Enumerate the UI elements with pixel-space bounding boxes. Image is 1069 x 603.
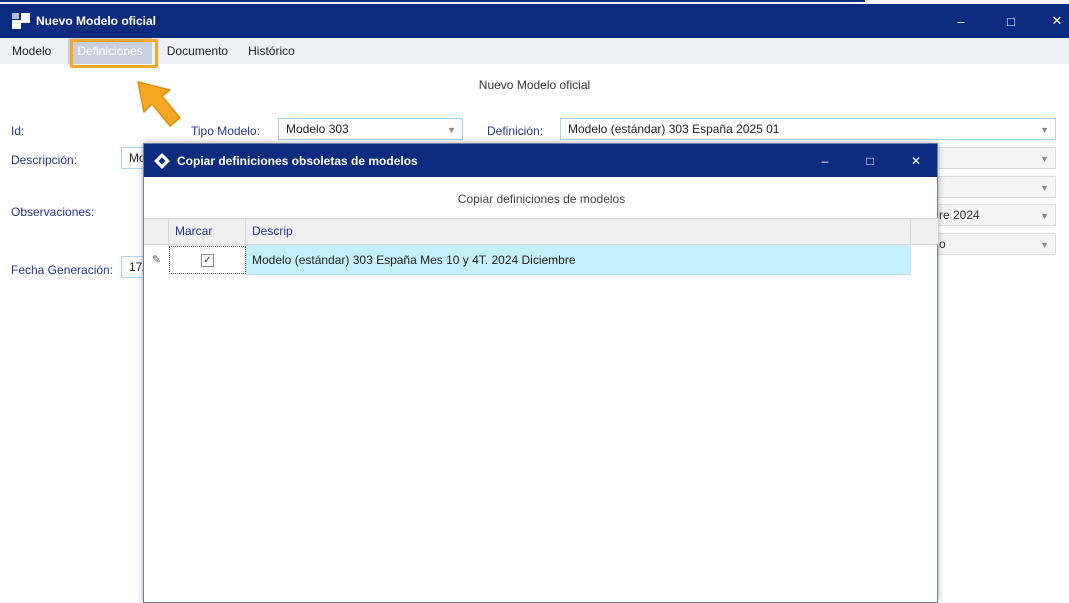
edit-pencil-icon: ✎ (151, 254, 162, 266)
definicion-label: Definición: (487, 124, 544, 138)
highlight-box (70, 39, 158, 68)
column-header-marcar[interactable]: Marcar (169, 219, 246, 244)
dialog-maximize-button[interactable]: □ (848, 144, 892, 177)
column-header-descrip[interactable]: Descrip (246, 219, 911, 244)
close-icon: ✕ (910, 153, 922, 168)
definicion-select[interactable]: Modelo (estándar) 303 España 2025 01 ▼ (560, 118, 1056, 140)
chevron-down-icon: ▼ (1040, 154, 1049, 164)
minimize-icon: – (821, 153, 829, 168)
chevron-down-icon: ▼ (1040, 183, 1049, 193)
tipo-modelo-select[interactable]: Modelo 303 ▼ (278, 118, 463, 140)
right-select-4-value: o (939, 237, 946, 251)
right-select-3-value: re 2024 (939, 208, 980, 222)
maximize-icon: □ (866, 153, 874, 168)
close-button[interactable]: ✕ (1034, 4, 1069, 38)
app-diamond-icon (154, 152, 170, 169)
descrip-cell[interactable]: Modelo (estándar) 303 España Mes 10 y 4T… (246, 245, 911, 275)
row-checkbox[interactable]: ✓ (201, 253, 214, 267)
chevron-down-icon: ▼ (1040, 240, 1049, 250)
chevron-down-icon: ▼ (1040, 211, 1049, 221)
definitions-grid: Marcar Descrip ✎ ✓ Modelo (estándar) 303… (144, 218, 938, 275)
descripcion-label: Descripción: (11, 153, 78, 167)
menu-modelo[interactable]: Modelo (3, 38, 60, 64)
close-icon: ✕ (1051, 13, 1063, 28)
window-title: Nuevo Modelo oficial (36, 14, 157, 28)
id-label: Id: (11, 124, 25, 138)
app-icon (12, 13, 30, 29)
grid-header: Marcar Descrip (144, 218, 938, 245)
minimize-icon: – (957, 13, 965, 29)
tipo-modelo-value: Modelo 303 (286, 122, 349, 136)
menu-documento[interactable]: Documento (158, 38, 237, 64)
grid-header-spacer (911, 219, 937, 244)
maximize-button[interactable]: □ (988, 4, 1034, 38)
dialog-subtitle: Copiar definiciones de modelos (457, 192, 626, 206)
form-title: Nuevo Modelo oficial (478, 78, 591, 92)
observaciones-label: Observaciones: (11, 205, 95, 219)
menu-bar: Modelo Definiciones Documento Histórico (0, 38, 1069, 64)
minimize-button[interactable]: – (938, 4, 984, 38)
menu-historico[interactable]: Histórico (239, 38, 304, 64)
copy-definitions-dialog: Copiar definiciones obsoletas de modelos… (143, 143, 938, 603)
table-row[interactable]: ✎ ✓ Modelo (estándar) 303 España Mes 10 … (144, 245, 938, 275)
dialog-title: Copiar definiciones obsoletas de modelos (177, 153, 418, 168)
chevron-down-icon: ▼ (447, 125, 456, 135)
maximize-icon: □ (1007, 13, 1015, 29)
marcar-cell[interactable]: ✓ (169, 246, 246, 274)
dialog-title-bar: Copiar definiciones obsoletas de modelos… (144, 144, 937, 177)
grid-corner (144, 219, 169, 244)
tipo-modelo-label: Tipo Modelo: (191, 124, 260, 138)
main-title-bar: Nuevo Modelo oficial – □ ✕ (0, 4, 1069, 38)
dialog-minimize-button[interactable]: – (803, 144, 847, 177)
dialog-close-button[interactable]: ✕ (894, 144, 938, 177)
definicion-value: Modelo (estándar) 303 España 2025 01 (568, 122, 780, 136)
fecha-generacion-label: Fecha Generación: (11, 263, 114, 277)
chevron-down-icon: ▼ (1040, 125, 1049, 135)
